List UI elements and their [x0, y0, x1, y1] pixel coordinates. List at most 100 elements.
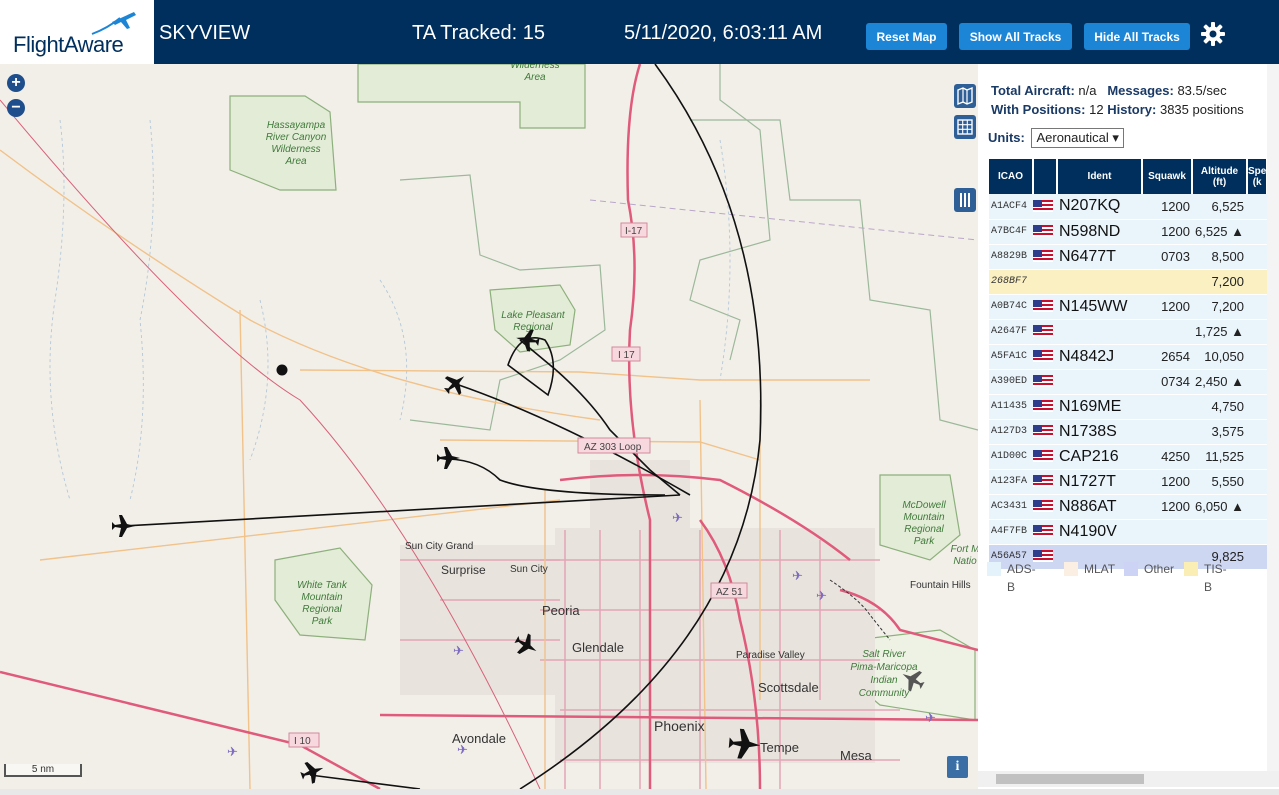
icao-cell: A2647F [989, 319, 1033, 345]
table-row[interactable]: A1ACF4 N207KQ 1200 6,525 [989, 194, 1268, 220]
column-squawk[interactable]: Squawk [1142, 159, 1193, 194]
icao-cell: A8829B [989, 244, 1033, 270]
table-row[interactable]: A5FA1C N4842J 2654 10,050 [989, 344, 1268, 370]
ident-cell: N169ME [1057, 394, 1142, 420]
table-row[interactable]: A11435 N169ME 4,750 [989, 394, 1268, 420]
svg-text:Regional: Regional [904, 524, 944, 535]
svg-text:Mountain: Mountain [301, 592, 343, 603]
speed-cell [1247, 419, 1268, 445]
svg-text:White Tank: White Tank [297, 580, 348, 591]
ident-cell [1057, 369, 1142, 395]
flightaware-logo[interactable]: FlightAware [0, 0, 154, 64]
map-canvas[interactable]: ✈ ✈ ✈ ✈ ✈ ✈ ✈ I-17 I 17 AZ 303 Loop AZ 5… [0, 64, 978, 789]
column-ident[interactable]: Ident [1057, 159, 1143, 194]
top-bar: FlightAware SKYVIEW TA Tracked: 15 5/11/… [0, 0, 1279, 64]
ident-cell: N1727T [1057, 469, 1142, 495]
aircraft-icon[interactable] [437, 447, 460, 469]
info-button[interactable]: i [947, 756, 968, 778]
table-row[interactable]: A390ED 0734 2,450 ▲ [989, 369, 1268, 395]
show-all-tracks-button[interactable]: Show All Tracks [959, 23, 1072, 50]
us-flag-icon [1033, 450, 1053, 463]
map-layers-button[interactable] [954, 84, 976, 108]
horizontal-scrollbar[interactable] [978, 771, 1279, 787]
aircraft-icon[interactable] [440, 368, 472, 400]
table-row[interactable]: A123FA N1727T 1200 5,550 [989, 469, 1268, 495]
scrollbar-thumb[interactable] [996, 774, 1144, 784]
aircraft-table: ICAO Ident Squawk Altitude (ft) Spe (k A… [989, 159, 1269, 570]
scale-bar: 5 nm [4, 764, 82, 777]
zoom-out-button[interactable]: − [7, 99, 25, 117]
legend-swatch [987, 562, 1001, 576]
icao-cell: A127D3 [989, 419, 1033, 445]
flag-cell [1033, 394, 1057, 420]
logo-text: FlightAware [13, 32, 124, 57]
flag-cell [1033, 219, 1057, 245]
column-icao[interactable]: ICAO [989, 159, 1034, 194]
grid-button[interactable] [954, 115, 976, 139]
svg-text:Indian: Indian [870, 675, 898, 686]
us-flag-icon [1033, 300, 1053, 313]
table-row[interactable]: A4F7FB N4190V [989, 519, 1268, 545]
table-row[interactable]: A8829B N6477T 0703 8,500 [989, 244, 1268, 270]
us-flag-icon [1033, 225, 1053, 238]
flag-cell [1033, 344, 1057, 370]
table-row[interactable]: 268BF7 7,200 [989, 269, 1268, 295]
legend-swatch [1184, 562, 1198, 576]
column-speed[interactable]: Spe (k [1247, 159, 1269, 194]
map-icon [957, 86, 973, 106]
map-view[interactable]: ✈ ✈ ✈ ✈ ✈ ✈ ✈ I-17 I 17 AZ 303 Loop AZ 5… [0, 64, 978, 789]
aircraft-icon[interactable] [298, 758, 327, 787]
speed-cell [1247, 444, 1268, 470]
flag-cell [1033, 494, 1057, 520]
speed-cell [1247, 219, 1268, 245]
gear-icon[interactable] [1200, 21, 1226, 47]
squawk-cell: 1200 [1142, 294, 1192, 320]
table-row[interactable]: A2647F 1,725 ▲ [989, 319, 1268, 345]
legend-label: ADS-B [1007, 562, 1036, 594]
squawk-cell: 1200 [1142, 469, 1192, 495]
column-flag[interactable] [1033, 159, 1058, 194]
table-row[interactable]: A7BC4F N598ND 1200 6,525 ▲ [989, 219, 1268, 245]
legend-swatch [1124, 562, 1138, 576]
squawk-cell: 4250 [1142, 444, 1192, 470]
svg-text:Sun City: Sun City [510, 564, 548, 575]
flag-cell [1033, 369, 1057, 395]
svg-text:AZ 303 Loop: AZ 303 Loop [584, 442, 642, 453]
svg-text:Mountain: Mountain [903, 512, 945, 523]
messages-label: Messages: [1107, 83, 1174, 98]
units-select[interactable]: Aeronautical ▾ [1031, 128, 1124, 148]
vertical-scrollbar[interactable] [1267, 64, 1279, 771]
icao-cell: A0B74C [989, 294, 1033, 320]
legend-label: Other [1144, 562, 1175, 576]
clock: 5/11/2020, 6:03:11 AM [624, 22, 823, 44]
ident-cell: N145WW [1057, 294, 1142, 320]
aircraft-icon[interactable] [112, 515, 135, 537]
column-altitude[interactable]: Altitude (ft) [1192, 159, 1248, 194]
table-row[interactable]: A127D3 N1738S 3,575 [989, 419, 1268, 445]
us-flag-icon [1033, 500, 1053, 513]
flag-cell [1033, 519, 1057, 545]
tracked-count: TA Tracked: 15 [412, 22, 546, 44]
speed-cell [1247, 369, 1268, 395]
columns-toggle-button[interactable] [954, 188, 976, 212]
units-label: Units: [988, 130, 1025, 145]
speed-cell [1247, 294, 1268, 320]
svg-text:Avondale: Avondale [452, 731, 506, 746]
speed-cell [1247, 194, 1268, 220]
hide-all-tracks-button[interactable]: Hide All Tracks [1084, 23, 1190, 50]
speed-cell [1247, 494, 1268, 520]
table-row[interactable]: A1D00C CAP216 4250 11,525 [989, 444, 1268, 470]
svg-text:Pima-Maricopa: Pima-Maricopa [850, 662, 918, 673]
speed-cell [1247, 244, 1268, 270]
table-row[interactable]: A0B74C N145WW 1200 7,200 [989, 294, 1268, 320]
svg-text:Regional: Regional [302, 604, 342, 615]
us-flag-icon [1033, 200, 1053, 213]
zoom-in-button[interactable]: + [7, 74, 25, 92]
reset-map-button[interactable]: Reset Map [866, 23, 947, 50]
squawk-cell [1142, 269, 1192, 295]
altitude-cell: 3,575 [1192, 419, 1247, 445]
ident-cell [1057, 319, 1142, 345]
table-row[interactable]: AC3431 N886AT 1200 6,050 ▲ [989, 494, 1268, 520]
positions-label: With Positions: [991, 102, 1086, 117]
us-flag-icon [1033, 325, 1053, 338]
